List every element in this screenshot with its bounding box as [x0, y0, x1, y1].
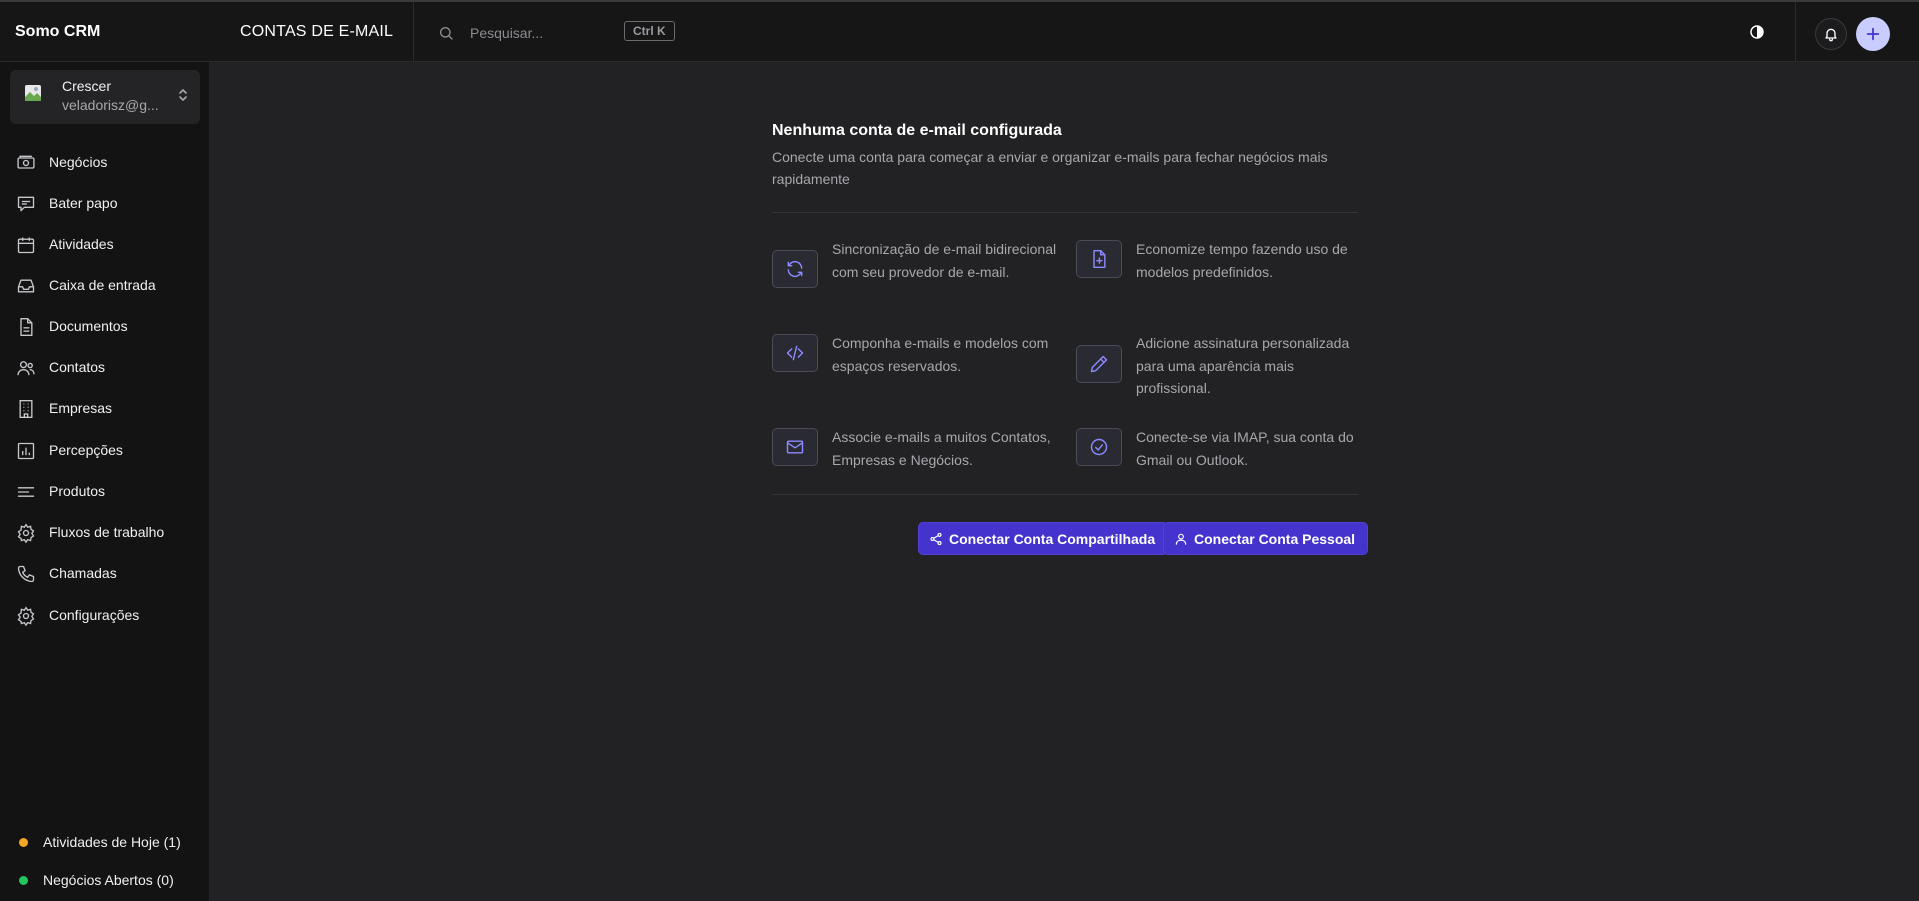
search-shortcut-badge: Ctrl K	[624, 21, 675, 41]
sidebar-item-label: Configurações	[49, 607, 140, 623]
sidebar-item-configuracoes[interactable]: Configurações	[0, 597, 210, 633]
settings-gear-icon	[16, 606, 36, 626]
deals-icon	[16, 153, 36, 173]
plus-icon	[1865, 26, 1881, 42]
status-label: Atividades de Hoje (1)	[43, 834, 181, 850]
sidebar-item-bater-papo[interactable]: Bater papo	[0, 185, 210, 221]
sidebar-item-label: Bater papo	[49, 195, 118, 211]
phone-icon	[16, 564, 36, 584]
status-atividades-hoje[interactable]: Atividades de Hoje (1)	[0, 831, 210, 855]
chat-icon	[16, 194, 36, 214]
status-label: Negócios Abertos (0)	[43, 872, 174, 888]
sidebar-item-label: Documentos	[49, 318, 128, 334]
sidebar-item-label: Empresas	[49, 400, 113, 416]
share-icon	[929, 532, 949, 546]
connect-shared-account-button[interactable]: Conectar Conta Compartilhada	[918, 522, 1169, 555]
code-icon	[772, 334, 818, 372]
feature-text: Sincronização de e-mail bidirecional com…	[832, 241, 1057, 280]
sidebar-item-percepcoes[interactable]: Percepções	[0, 432, 210, 468]
feature-text: Associe e-mails a muitos Contatos, Empre…	[832, 429, 1051, 468]
list-icon	[16, 482, 36, 502]
connect-personal-account-button[interactable]: Conectar Conta Pessoal	[1163, 522, 1369, 555]
empty-state-panel: Nenhuma conta de e-mail configurada Cone…	[772, 122, 1358, 190]
sidebar-item-empresas[interactable]: Empresas	[0, 390, 210, 426]
feature-text: Economize tempo fazendo uso de modelos p…	[1136, 241, 1348, 280]
status-dot-green	[19, 876, 28, 885]
user-icon	[1174, 532, 1194, 546]
document-icon	[16, 317, 36, 337]
workspace-name: Crescer	[62, 78, 112, 94]
inbox-icon	[16, 276, 36, 296]
status-negocios-abertos[interactable]: Negócios Abertos (0)	[0, 869, 210, 893]
divider	[413, 2, 414, 62]
workspace-email: veladorisz@g...	[62, 97, 159, 113]
divider	[772, 212, 1358, 213]
sidebar-item-label: Negócios	[49, 154, 108, 170]
sidebar-item-label: Chamadas	[49, 565, 117, 581]
sidebar-item-documentos[interactable]: Documentos	[0, 308, 210, 344]
button-label: Conectar Conta Compartilhada	[949, 530, 1156, 547]
sidebar-item-label: Contatos	[49, 359, 106, 375]
theme-toggle-icon[interactable]	[1749, 24, 1765, 40]
divider	[772, 494, 1358, 495]
building-icon	[16, 399, 36, 419]
calendar-icon	[16, 235, 36, 255]
chevron-up-down-icon	[177, 87, 189, 103]
sidebar-item-label: Atividades	[49, 236, 114, 252]
mail-icon	[772, 428, 818, 466]
page-title: CONTAS DE E-MAIL	[240, 23, 394, 40]
empty-state-title: Nenhuma conta de e-mail configurada	[772, 122, 1062, 139]
sync-icon	[772, 250, 818, 288]
sidebar-item-fluxos-de-trabalho[interactable]: Fluxos de trabalho	[0, 514, 210, 550]
sidebar: Crescer veladorisz@g... Negócios Bater p…	[0, 62, 210, 901]
create-button[interactable]	[1856, 17, 1890, 51]
workspace-switcher[interactable]: Crescer veladorisz@g...	[10, 70, 200, 124]
check-circle-icon	[1076, 428, 1122, 466]
feature-text: Componha e-mails e modelos com espaços r…	[832, 335, 1049, 374]
feature-text: Conecte-se via IMAP, sua conta do Gmail …	[1136, 429, 1354, 468]
notifications-button[interactable]	[1815, 18, 1847, 50]
sidebar-item-label: Produtos	[49, 483, 106, 499]
app-brand[interactable]: Somo CRM	[15, 23, 100, 41]
workflow-gear-icon	[16, 523, 36, 543]
sidebar-item-atividades[interactable]: Atividades	[0, 226, 210, 262]
sidebar-item-contatos[interactable]: Contatos	[0, 349, 210, 385]
divider	[1795, 2, 1796, 62]
top-bar: Somo CRM CONTAS DE E-MAIL Ctrl K	[0, 0, 1919, 62]
search-input[interactable]	[470, 20, 620, 46]
bell-icon	[1823, 26, 1839, 42]
status-dot-orange	[19, 838, 28, 847]
file-plus-icon	[1076, 240, 1122, 278]
sidebar-item-produtos[interactable]: Produtos	[0, 473, 210, 509]
contacts-icon	[16, 358, 36, 378]
sidebar-item-label: Fluxos de trabalho	[49, 524, 165, 540]
sidebar-item-negocios[interactable]: Negócios	[0, 144, 210, 180]
sidebar-item-label: Caixa de entrada	[49, 277, 156, 293]
workspace-avatar	[24, 84, 42, 102]
chart-icon	[16, 441, 36, 461]
sidebar-item-chamadas[interactable]: Chamadas	[0, 555, 210, 591]
search-icon	[438, 25, 454, 41]
pencil-icon	[1076, 345, 1122, 383]
feature-text: Adicione assinatura personalizada para u…	[1136, 335, 1350, 396]
sidebar-item-label: Percepções	[49, 442, 123, 458]
button-label: Conectar Conta Pessoal	[1194, 530, 1356, 547]
sidebar-item-caixa-de-entrada[interactable]: Caixa de entrada	[0, 267, 210, 303]
empty-state-description: Conecte uma conta para começar a enviar …	[772, 149, 1328, 187]
